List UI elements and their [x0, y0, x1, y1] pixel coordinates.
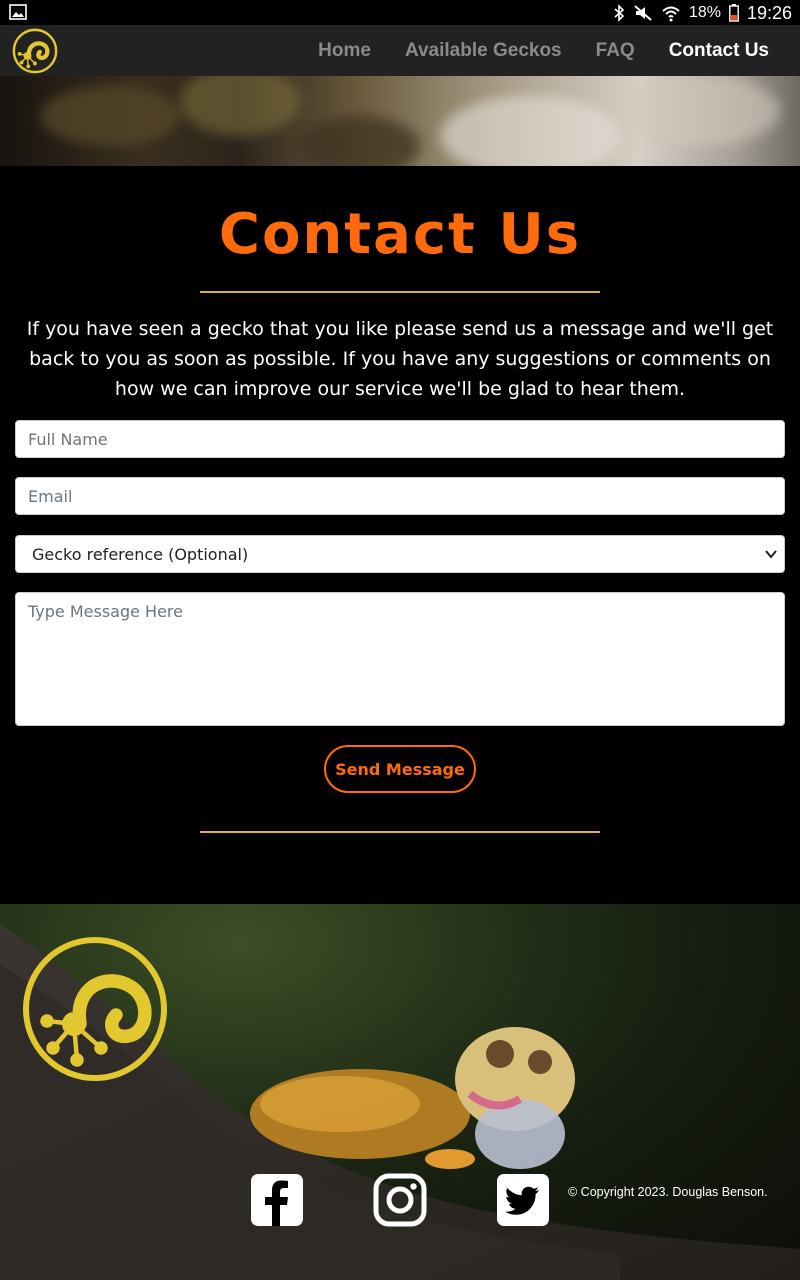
- battery-percent: 18%: [688, 4, 721, 21]
- nav-contact-us[interactable]: Contact Us: [669, 40, 769, 62]
- contact-section: Contact Us If you have seen a gecko that…: [0, 166, 800, 904]
- nav-home[interactable]: Home: [318, 40, 371, 62]
- email-placeholder: Email: [28, 486, 73, 506]
- nav-available-geckos[interactable]: Available Geckos: [405, 40, 562, 62]
- full-name-placeholder: Full Name: [28, 429, 108, 449]
- gallery-notification-icon: [9, 4, 27, 20]
- bluetooth-icon: [614, 4, 625, 22]
- form-divider: [200, 831, 600, 833]
- message-placeholder: Type Message Here: [28, 602, 183, 621]
- mute-icon: [634, 5, 652, 21]
- intro-text: If you have seen a gecko that you like p…: [26, 318, 774, 400]
- email-input[interactable]: Email: [15, 477, 785, 515]
- copyright-text: © Copyright 2023. Douglas Benson.: [568, 1185, 768, 1199]
- full-name-input[interactable]: Full Name: [15, 420, 785, 458]
- nav-faq[interactable]: FAQ: [596, 40, 635, 62]
- page-title: Contact Us: [218, 202, 582, 267]
- navbar: Home Available Geckos FAQ Contact Us: [0, 25, 800, 76]
- gecko-reference-select[interactable]: Gecko reference (Optional): [15, 535, 785, 573]
- title-divider: [200, 291, 600, 293]
- chevron-down-icon: [765, 550, 777, 559]
- battery-icon: [729, 4, 739, 22]
- send-message-button[interactable]: Send Message: [324, 745, 476, 793]
- footer: © Copyright 2023. Douglas Benson.: [0, 904, 800, 1280]
- status-bar: 18% 19:26: [0, 0, 800, 25]
- hero-banner-image: [0, 76, 800, 166]
- twitter-icon[interactable]: [496, 1173, 550, 1227]
- wifi-icon: [662, 6, 680, 22]
- gecko-logo-icon[interactable]: [11, 27, 59, 75]
- instagram-icon[interactable]: [373, 1173, 427, 1227]
- gecko-logo-large-icon: [23, 937, 167, 1081]
- message-textarea[interactable]: Type Message Here: [15, 592, 785, 726]
- gecko-reference-value: Gecko reference (Optional): [32, 544, 249, 564]
- clock: 19:26: [746, 2, 792, 23]
- facebook-icon[interactable]: [250, 1173, 304, 1227]
